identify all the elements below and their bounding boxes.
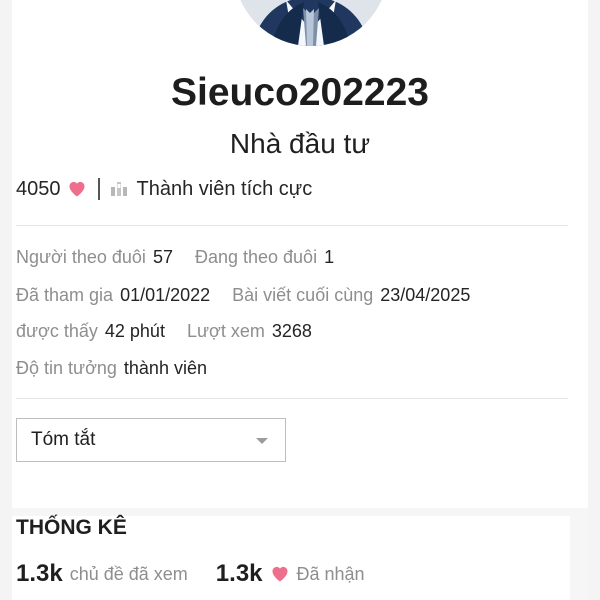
profile-details-row-4: Độ tin tưởng thành viên bbox=[16, 354, 229, 382]
username: Sieuco202223 bbox=[170, 71, 429, 114]
stats-heading: THỐNG KÊ bbox=[16, 516, 127, 539]
last-post-label: Bài viết cuối cùng bbox=[232, 284, 374, 305]
heart-icon bbox=[67, 179, 87, 199]
views-label: Lượt xem bbox=[186, 320, 265, 341]
seen-label: được thấy bbox=[16, 320, 98, 341]
badge-icon bbox=[110, 180, 128, 198]
profile-card: Sieuco202223 Nhà đầu tư 4050 Thành viên … bbox=[12, 0, 588, 600]
seen-value: 42 phút bbox=[104, 320, 165, 341]
heart-icon bbox=[270, 564, 290, 584]
likes-received-value: 1.3k bbox=[215, 560, 263, 587]
seen-item: được thấy 42 phút bbox=[16, 321, 165, 342]
last-post-value: 23/04/2025 bbox=[380, 284, 471, 305]
profile-details-row-2: Đã tham gia 01/01/2022 Bài viết cuối cùn… bbox=[16, 281, 492, 309]
summary-dropdown-label: Tóm tắt bbox=[31, 429, 96, 450]
views-value: 3268 bbox=[271, 320, 312, 341]
profile-details-row-1: Người theo đuôi 57 Đang theo đuôi 1 bbox=[16, 243, 356, 271]
reaction-score: 4050 bbox=[16, 177, 61, 200]
user-title: Nhà đầu tư bbox=[229, 128, 371, 159]
meta-divider bbox=[97, 178, 100, 200]
last-post-item: Bài viết cuối cùng 23/04/2025 bbox=[232, 285, 470, 306]
badge-label: Thành viên tích cực bbox=[136, 177, 313, 200]
topics-viewed-value: 1.3k bbox=[16, 560, 63, 587]
summary-dropdown[interactable]: Tóm tắt bbox=[16, 418, 286, 462]
profile-details-row-3: được thấy 42 phút Lượt xem 3268 bbox=[16, 317, 334, 345]
following-item[interactable]: Đang theo đuôi 1 bbox=[195, 247, 334, 268]
caret-down-icon bbox=[255, 437, 269, 445]
trust-label: Độ tin tưởng bbox=[16, 357, 117, 378]
section-divider-bottom bbox=[16, 398, 568, 399]
avatar[interactable] bbox=[234, 0, 388, 46]
stats-row: 1.3k chủ đề đã xem 1.3k Đã nhận bbox=[16, 557, 365, 591]
likes-received-label: Đã nhận bbox=[296, 563, 365, 584]
section-divider-top bbox=[16, 225, 568, 226]
joined-item: Đã tham gia 01/01/2022 bbox=[16, 285, 210, 306]
topics-viewed-label: chủ đề đã xem bbox=[69, 563, 188, 584]
following-label: Đang theo đuôi bbox=[194, 246, 318, 267]
profile-meta-row: 4050 Thành viên tích cực bbox=[16, 174, 312, 204]
joined-value: 01/01/2022 bbox=[120, 284, 211, 305]
following-value: 1 bbox=[324, 246, 335, 267]
trust-item: Độ tin tưởng thành viên bbox=[16, 358, 207, 379]
trust-value: thành viên bbox=[123, 357, 207, 378]
followers-label: Người theo đuôi bbox=[16, 246, 146, 267]
followers-item[interactable]: Người theo đuôi 57 bbox=[16, 247, 173, 268]
joined-label: Đã tham gia bbox=[16, 284, 114, 305]
followers-value: 57 bbox=[152, 246, 173, 267]
views-item: Lượt xem 3268 bbox=[187, 321, 312, 342]
